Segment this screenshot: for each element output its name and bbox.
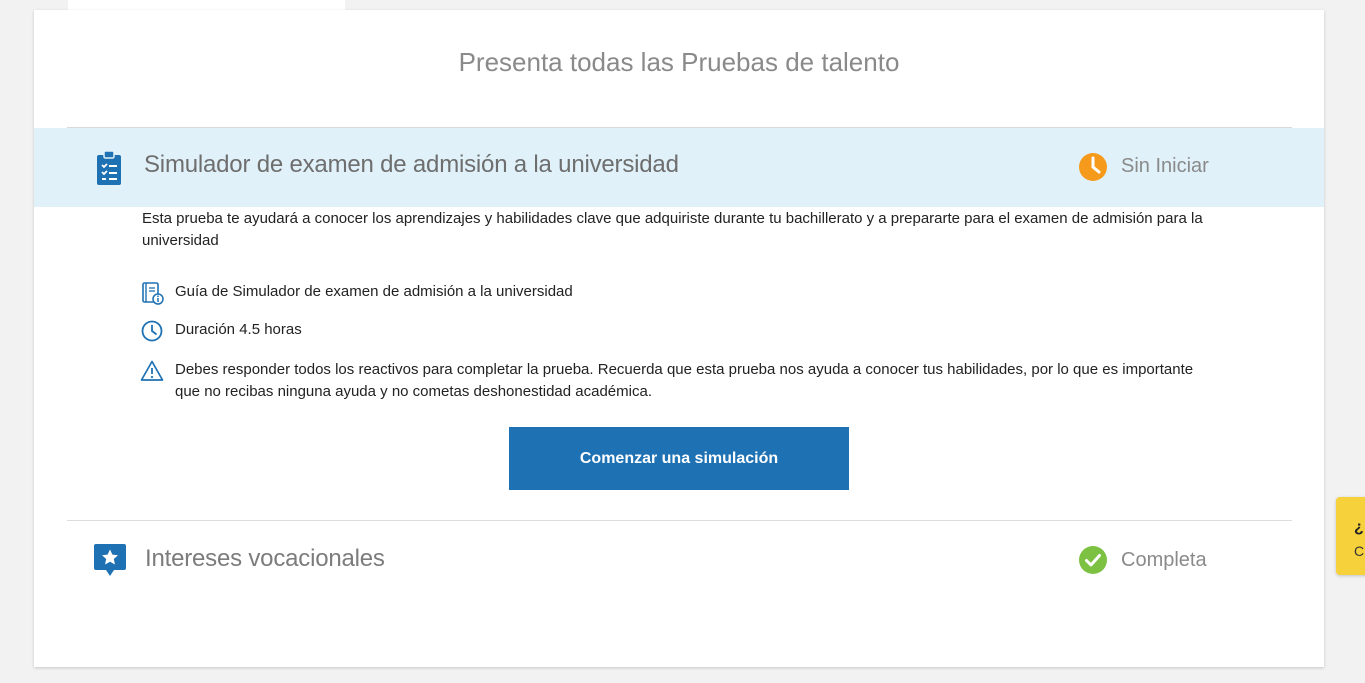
simulator-title: Simulador de examen de admisión a la uni… xyxy=(144,151,679,178)
vocational-title[interactable]: Intereses vocacionales xyxy=(145,545,385,573)
guide-link[interactable]: Guía de Simulador de examen de admisión … xyxy=(175,281,573,303)
warning-text: Debes responder todos los reactivos para… xyxy=(175,361,1194,400)
book-info-icon xyxy=(142,282,164,305)
simulator-description: Esta prueba te ayudará a conocer los apr… xyxy=(142,210,1203,249)
check-circle-icon xyxy=(1079,546,1107,574)
help-widget-title: ¿ xyxy=(1354,519,1364,536)
guide-row: Guía de Simulador de examen de admisión … xyxy=(140,281,573,305)
warning-icon xyxy=(140,360,164,381)
duration-text: Duración 4.5 horas xyxy=(175,321,302,338)
duration-row: Duración 4.5 horas xyxy=(140,319,302,343)
page-title: Presenta todas las Pruebas de talento xyxy=(458,47,900,77)
start-simulation-button[interactable]: Comenzar una simulación xyxy=(509,427,849,490)
help-widget[interactable]: ¿ C xyxy=(1336,497,1365,575)
tests-card: Presenta todas las Pruebas de talento Si… xyxy=(34,10,1324,667)
vocational-status: Completa xyxy=(1121,549,1207,571)
warning-row: Debes responder todos los reactivos para… xyxy=(140,359,1210,403)
divider xyxy=(67,520,1292,521)
simulator-status: Sin Iniciar xyxy=(1121,155,1209,177)
clock-icon xyxy=(141,320,163,342)
clipboard-checklist-icon xyxy=(97,150,121,185)
help-widget-subtitle: C xyxy=(1354,543,1365,559)
clock-pending-icon xyxy=(1079,153,1107,181)
star-badge-icon xyxy=(94,544,126,576)
